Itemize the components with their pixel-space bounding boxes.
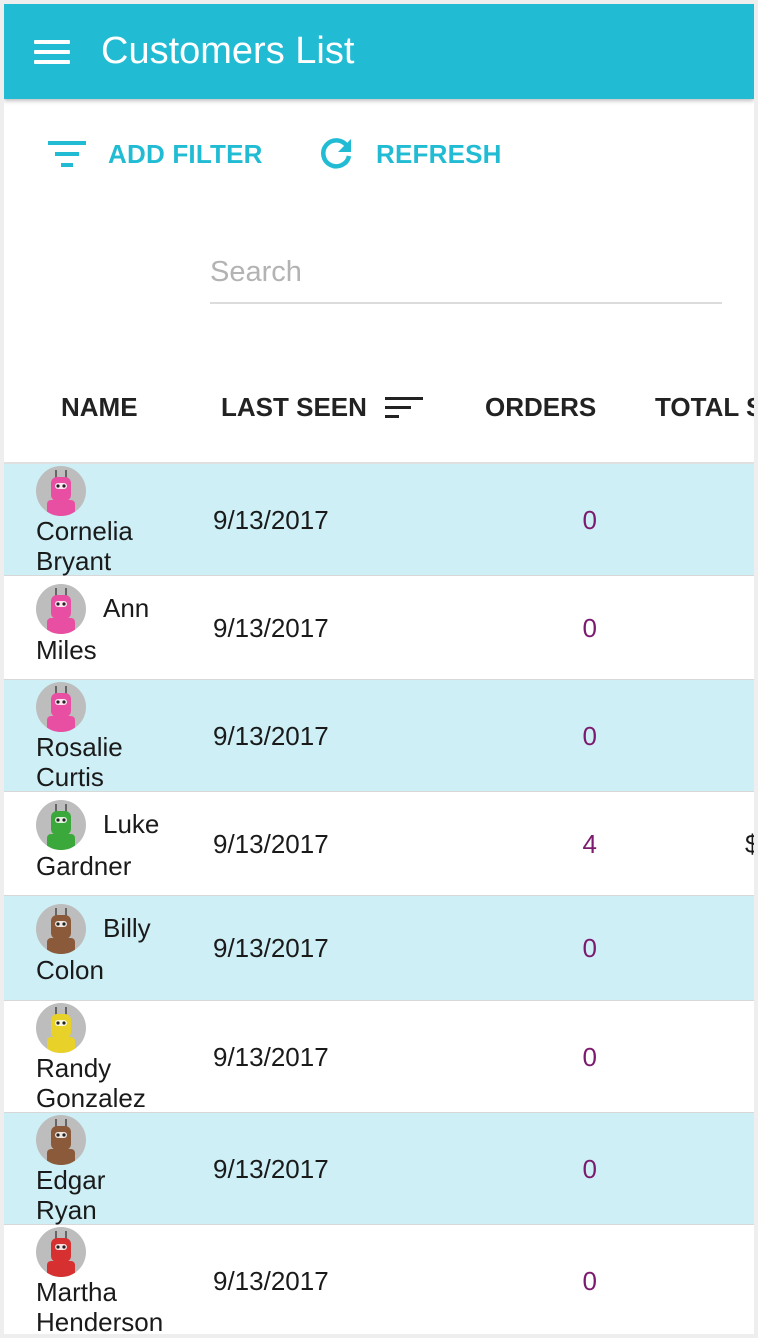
avatar <box>36 466 86 516</box>
menu-icon[interactable] <box>34 40 70 64</box>
avatar <box>36 904 86 954</box>
last-seen-date: 9/13/2017 <box>213 721 329 751</box>
table-row[interactable]: Edgar Ryan 9/13/2017 0 <box>4 1113 754 1225</box>
last-seen-date: 9/13/2017 <box>213 613 329 643</box>
orders-count: 0 <box>582 933 597 963</box>
customer-first-name[interactable]: Randy <box>36 1053 111 1084</box>
column-header-name[interactable]: NAME <box>61 392 138 423</box>
last-seen-date: 9/13/2017 <box>213 829 329 859</box>
customer-last-name[interactable]: Ryan <box>36 1195 97 1226</box>
column-header-orders[interactable]: ORDERS <box>485 392 596 423</box>
customer-first-name[interactable]: Billy <box>103 913 151 944</box>
table-row[interactable]: Martha Henderson 9/13/2017 0 <box>4 1225 754 1334</box>
customer-first-name[interactable]: Edgar <box>36 1165 105 1196</box>
avatar <box>36 682 86 732</box>
orders-count: 0 <box>582 505 597 535</box>
avatar <box>36 1003 86 1053</box>
customer-first-name[interactable]: Ann <box>103 593 149 624</box>
total-spent: $ <box>745 829 754 859</box>
orders-count: 0 <box>582 721 597 751</box>
orders-count: 0 <box>582 1266 597 1296</box>
last-seen-date: 9/13/2017 <box>213 933 329 963</box>
sort-icon[interactable] <box>385 395 423 421</box>
table-row[interactable]: Ann Miles 9/13/2017 0 <box>4 576 754 680</box>
search-input[interactable] <box>210 252 710 292</box>
filter-icon <box>48 141 86 167</box>
table-row[interactable]: Rosalie Curtis 9/13/2017 0 <box>4 680 754 792</box>
table-row[interactable]: Luke Gardner 9/13/2017 4 $ <box>4 792 754 896</box>
search-field <box>210 244 722 304</box>
customer-last-name[interactable]: Gonzalez <box>36 1083 146 1114</box>
avatar <box>36 584 86 634</box>
customer-last-name[interactable]: Bryant <box>36 546 111 577</box>
last-seen-date: 9/13/2017 <box>213 1154 329 1184</box>
table-row[interactable]: Randy Gonzalez 9/13/2017 0 <box>4 1001 754 1113</box>
table-row[interactable]: Cornelia Bryant 9/13/2017 0 <box>4 464 754 576</box>
orders-count: 0 <box>582 1042 597 1072</box>
refresh-label: REFRESH <box>376 138 502 169</box>
orders-count: 4 <box>582 829 597 859</box>
customer-last-name[interactable]: Miles <box>36 635 97 666</box>
avatar <box>36 800 86 850</box>
customer-last-name[interactable]: Curtis <box>36 762 104 793</box>
avatar <box>36 1115 86 1165</box>
customer-last-name[interactable]: Gardner <box>36 851 131 882</box>
customer-last-name[interactable]: Henderson <box>36 1307 163 1334</box>
customer-last-name[interactable]: Colon <box>36 955 104 986</box>
refresh-icon <box>321 138 352 169</box>
orders-count: 0 <box>582 613 597 643</box>
column-header-total-spent[interactable]: TOTAL S <box>655 392 754 423</box>
last-seen-date: 9/13/2017 <box>213 1042 329 1072</box>
last-seen-date: 9/13/2017 <box>213 505 329 535</box>
orders-count: 0 <box>582 1154 597 1184</box>
app-window: Customers List ADD FILTER REFRESH NAME L… <box>4 4 754 1334</box>
customer-table-body: Cornelia Bryant 9/13/2017 0 Ann Miles 9/13/201… <box>4 462 754 1334</box>
last-seen-date: 9/13/2017 <box>213 1266 329 1296</box>
add-filter-label: ADD FILTER <box>108 138 263 169</box>
customer-first-name[interactable]: Luke <box>103 809 159 840</box>
refresh-button[interactable]: REFRESH <box>318 132 502 176</box>
customer-first-name[interactable]: Rosalie <box>36 732 123 763</box>
customer-first-name[interactable]: Cornelia <box>36 516 133 547</box>
app-bar: Customers List <box>4 4 754 99</box>
avatar <box>36 1227 86 1277</box>
table-row[interactable]: Billy Colon 9/13/2017 0 <box>4 896 754 1001</box>
column-header-last-seen[interactable]: LAST SEEN <box>221 392 367 423</box>
customer-first-name[interactable]: Martha <box>36 1277 117 1308</box>
add-filter-button[interactable]: ADD FILTER <box>48 132 263 176</box>
page-title: Customers List <box>101 30 355 72</box>
